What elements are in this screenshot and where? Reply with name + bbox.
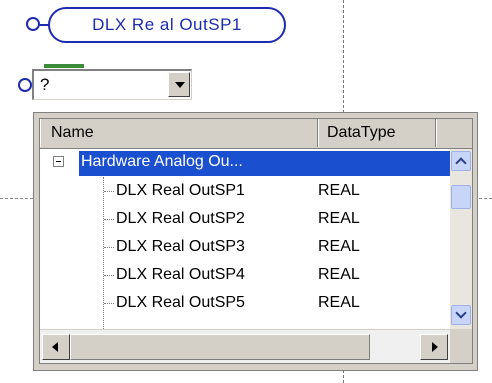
tag-browser-dropdown: Name DataType Hardware Analog Ou... DLX …	[33, 112, 478, 371]
arrow-left-icon	[52, 342, 58, 352]
scroll-down-button[interactable]	[451, 305, 471, 325]
tag-name: DLX Real OutSP2	[116, 210, 245, 227]
scroll-left-button[interactable]	[42, 334, 70, 360]
ladder-canvas: DLX Re al OutSP1 ? Name DataType Hardwar…	[0, 0, 492, 383]
tag-name: DLX Real OutSP3	[116, 238, 245, 255]
tag-list: Name DataType Hardware Analog Ou... DLX …	[39, 118, 473, 364]
tree-branch	[104, 303, 114, 304]
tree-branch	[104, 219, 114, 220]
list-header: Name DataType	[40, 119, 472, 149]
list-item[interactable]: DLX Real OutSP2 REAL	[40, 205, 450, 233]
tag-name: DLX Real OutSP4	[116, 266, 245, 283]
column-header-name[interactable]: Name	[40, 119, 318, 147]
tree-branch	[104, 275, 114, 276]
vertical-scrollbar[interactable]	[450, 149, 472, 329]
list-item-group[interactable]: Hardware Analog Ou...	[40, 149, 450, 177]
chevron-down-icon	[175, 82, 185, 88]
tag-datatype: REAL	[318, 182, 360, 199]
list-item[interactable]: DLX Real OutSP3 REAL	[40, 233, 450, 261]
tag-name: DLX Real OutSP5	[116, 294, 245, 311]
tag-datatype: REAL	[318, 238, 360, 255]
chevron-down-icon	[455, 307, 467, 319]
combo-indicator	[44, 64, 84, 68]
chevron-up-icon	[455, 157, 467, 169]
collapse-icon[interactable]	[53, 156, 64, 167]
tag-datatype: REAL	[318, 294, 360, 311]
combo-value[interactable]: ?	[40, 75, 49, 95]
tag-name: DLX Real OutSP1	[116, 182, 245, 199]
input-pin-icon	[18, 78, 32, 92]
tree-branch	[104, 191, 114, 192]
tag-datatype: REAL	[318, 210, 360, 227]
scrollbar-corner	[450, 329, 472, 363]
dropdown-button[interactable]	[168, 72, 190, 97]
arrow-right-icon	[432, 342, 438, 352]
list-item[interactable]: DLX Real OutSP1 REAL	[40, 177, 450, 205]
tree-branch	[104, 247, 114, 248]
tag-datatype: REAL	[318, 266, 360, 283]
scroll-right-button[interactable]	[420, 334, 448, 360]
list-item[interactable]: DLX Real OutSP5 REAL	[40, 289, 450, 317]
scroll-thumb[interactable]	[451, 185, 471, 209]
tag-label[interactable]: DLX Re al OutSP1	[48, 7, 286, 43]
scroll-up-button[interactable]	[451, 151, 471, 171]
horizontal-scroll-thumb[interactable]	[70, 334, 370, 360]
list-rows: Hardware Analog Ou... DLX Real OutSP1 RE…	[40, 149, 450, 329]
column-header-datatype[interactable]: DataType	[318, 119, 436, 147]
list-item[interactable]: DLX Real OutSP4 REAL	[40, 261, 450, 289]
group-label: Hardware Analog Ou...	[81, 153, 243, 170]
column-header-filler	[436, 119, 472, 147]
horizontal-scrollbar[interactable]	[40, 329, 450, 363]
tag-combo-box[interactable]: ?	[32, 69, 192, 100]
